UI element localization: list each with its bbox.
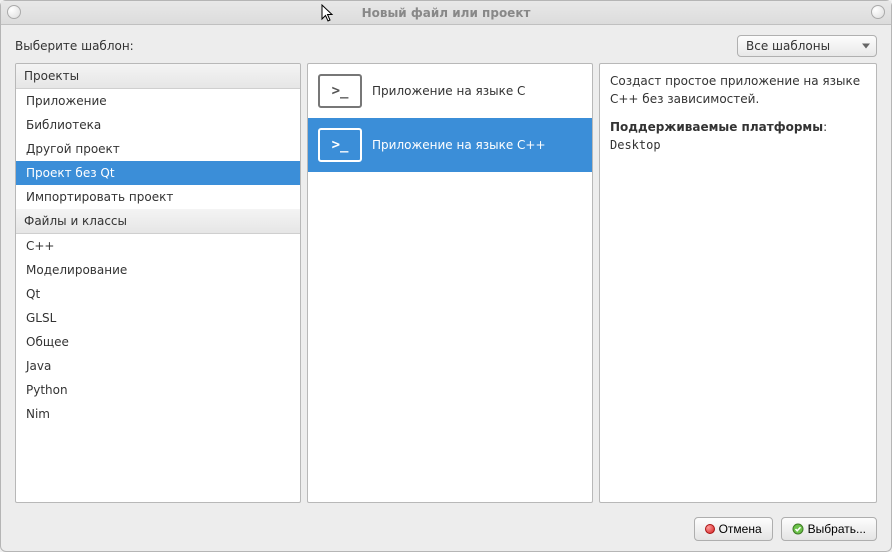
description-panel: Создаст простое приложение на языке C++ … — [599, 63, 877, 503]
choose-label: Выбрать... — [808, 522, 866, 536]
category-item[interactable]: Приложение — [16, 89, 300, 113]
category-item[interactable]: Java — [16, 354, 300, 378]
category-item[interactable]: Nim — [16, 402, 300, 426]
ok-icon — [792, 523, 804, 535]
category-item[interactable]: Импортировать проект — [16, 185, 300, 209]
template-item[interactable]: >_ Приложение на языке C — [308, 64, 592, 118]
cancel-button[interactable]: Отмена — [694, 517, 773, 541]
section-header-projects: Проекты — [16, 64, 300, 89]
platforms-line: Поддерживаемые платформы: Desktop — [610, 118, 866, 154]
button-bar: Отмена Выбрать... — [1, 511, 891, 551]
dropdown-value: Все шаблоны — [746, 39, 830, 53]
terminal-icon: >_ — [318, 74, 362, 108]
dialog-window: Новый файл или проект Выберите шаблон: В… — [0, 0, 892, 552]
choose-button[interactable]: Выбрать... — [781, 517, 877, 541]
category-item[interactable]: Qt — [16, 282, 300, 306]
titlebar: Новый файл или проект — [1, 1, 891, 25]
close-button[interactable] — [871, 5, 885, 19]
category-item[interactable]: Моделирование — [16, 258, 300, 282]
category-item[interactable]: C++ — [16, 234, 300, 258]
templates-filter-dropdown[interactable]: Все шаблоны — [737, 35, 877, 57]
category-item[interactable]: Другой проект — [16, 137, 300, 161]
platforms-value: Desktop — [610, 138, 661, 152]
category-item[interactable]: GLSL — [16, 306, 300, 330]
category-list: Проекты ПриложениеБиблиотекаДругой проек… — [15, 63, 301, 503]
category-item[interactable]: Python — [16, 378, 300, 402]
cancel-label: Отмена — [719, 522, 762, 536]
template-label: Приложение на языке C++ — [372, 138, 546, 152]
platforms-label: Поддерживаемые платформы — [610, 120, 823, 134]
cancel-icon — [705, 524, 715, 534]
category-item[interactable]: Библиотека — [16, 113, 300, 137]
description-text: Создаст простое приложение на языке C++ … — [610, 72, 866, 108]
window-menu-button[interactable] — [7, 5, 21, 19]
section-header-files: Файлы и классы — [16, 209, 300, 234]
template-item[interactable]: >_ Приложение на языке C++ — [308, 118, 592, 172]
top-row: Выберите шаблон: Все шаблоны — [1, 25, 891, 63]
terminal-icon: >_ — [318, 128, 362, 162]
choose-template-label: Выберите шаблон: — [15, 39, 134, 53]
category-item[interactable]: Общее — [16, 330, 300, 354]
window-title: Новый файл или проект — [362, 6, 531, 20]
category-item[interactable]: Проект без Qt — [16, 161, 300, 185]
main-columns: Проекты ПриложениеБиблиотекаДругой проек… — [1, 63, 891, 511]
template-list: >_ Приложение на языке C >_ Приложение на я… — [307, 63, 593, 503]
template-label: Приложение на языке C — [372, 84, 525, 98]
cursor-icon — [321, 4, 337, 24]
